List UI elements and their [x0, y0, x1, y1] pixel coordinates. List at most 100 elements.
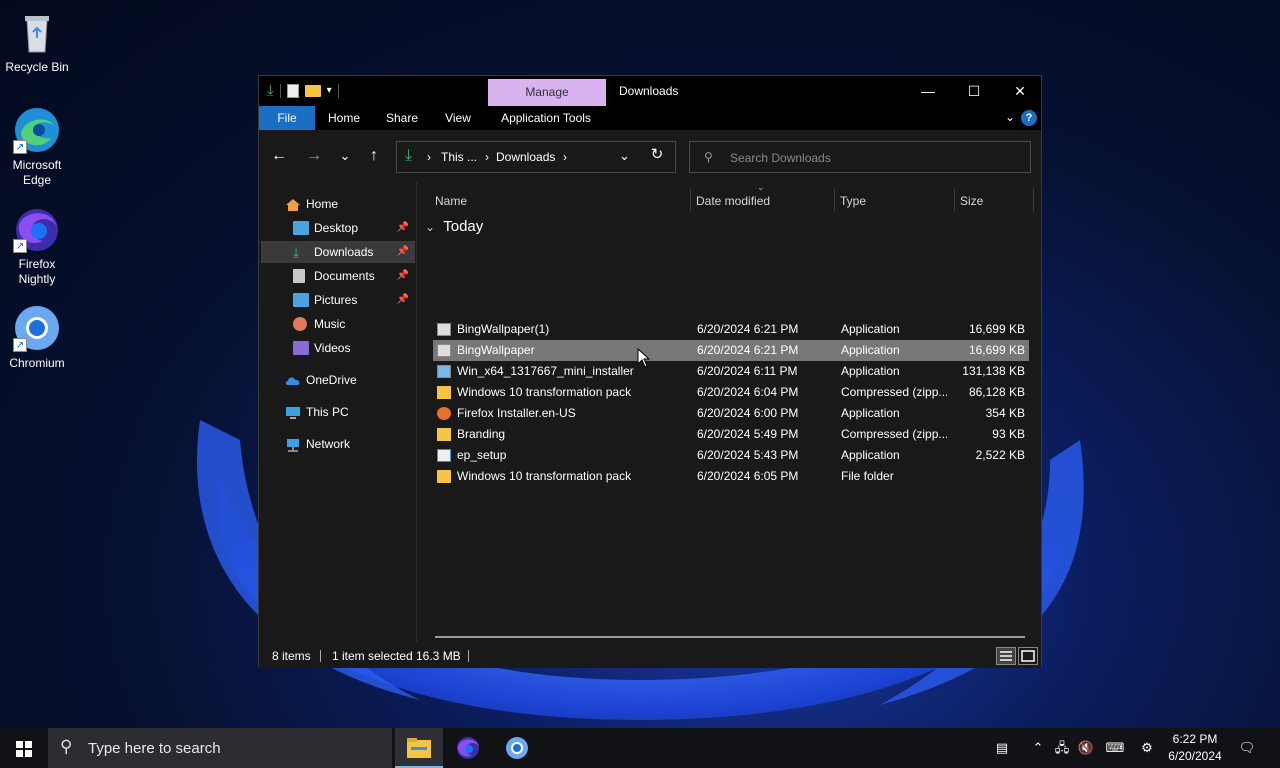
- address-dropdown-icon[interactable]: ⌄: [619, 148, 630, 164]
- sidebar-item-downloads[interactable]: ⤓ Downloads 📌: [261, 241, 415, 263]
- minimize-button[interactable]: —: [905, 76, 951, 106]
- tab-file[interactable]: File: [259, 106, 315, 130]
- tab-manage[interactable]: Manage: [488, 79, 606, 106]
- notifications-icon[interactable]: 🗨: [1236, 728, 1258, 768]
- column-separator[interactable]: [954, 188, 955, 212]
- pin-icon[interactable]: 📌: [397, 217, 409, 239]
- close-button[interactable]: ✕: [997, 76, 1043, 106]
- taskbar-file-explorer[interactable]: [395, 728, 443, 768]
- details-view-button[interactable]: [996, 647, 1016, 665]
- help-icon[interactable]: ?: [1021, 110, 1037, 126]
- desktop-icon-recycle-bin[interactable]: Recycle Bin: [1, 8, 73, 75]
- volume-muted-icon[interactable]: 🔇: [1076, 728, 1096, 768]
- desktop-icon-chromium[interactable]: ↗ Chromium: [1, 304, 73, 371]
- desktop-icon-label: Chromium: [9, 356, 65, 370]
- properties-icon[interactable]: [286, 83, 299, 98]
- sidebar-item-network[interactable]: Network: [261, 433, 415, 455]
- tab-application-tools[interactable]: Application Tools: [491, 106, 601, 130]
- pictures-folder-icon: [293, 293, 309, 307]
- group-header-today[interactable]: ⌄ Today: [425, 218, 483, 235]
- network-status-icon[interactable]: 🖧: [1052, 728, 1072, 768]
- taskbar: ⚲ Type here to search ▤ ⌃ 🖧 🔇 ⌨ ⚙ 6:22 P…: [0, 728, 1280, 768]
- column-separator[interactable]: [1033, 188, 1034, 212]
- file-row[interactable]: Firefox Installer.en-US 6/20/2024 6:00 P…: [433, 403, 1029, 424]
- desktop-icon-label: Recycle Bin: [5, 60, 69, 74]
- new-folder-icon[interactable]: [304, 84, 321, 97]
- file-row[interactable]: Branding 6/20/2024 5:49 PM Compressed (z…: [433, 424, 1029, 445]
- show-hidden-icons-icon[interactable]: ⌃: [1030, 728, 1046, 768]
- application-icon: [437, 344, 451, 357]
- column-header-type[interactable]: Type: [840, 190, 866, 212]
- desktop-folder-icon: [293, 221, 309, 235]
- videos-folder-icon: [293, 341, 309, 355]
- sidebar-item-onedrive[interactable]: OneDrive: [261, 369, 415, 391]
- maximize-button[interactable]: ☐: [951, 76, 997, 106]
- pin-icon[interactable]: 📌: [397, 289, 409, 311]
- pin-icon[interactable]: 📌: [397, 265, 409, 287]
- ribbon-tabs: File Home Share View Application Tools ⌄…: [259, 106, 1041, 130]
- recent-locations-button[interactable]: ⌄: [333, 146, 357, 166]
- status-selection: 1 item selected: [332, 649, 413, 663]
- breadcrumb-downloads[interactable]: Downloads: [496, 150, 555, 164]
- chromium-icon: ↗: [13, 304, 61, 352]
- horizontal-scrollbar[interactable]: [435, 636, 1025, 638]
- forward-button[interactable]: →: [302, 146, 326, 166]
- onedrive-icon: [285, 373, 301, 387]
- breadcrumb-chevron-icon: ›: [427, 150, 431, 164]
- taskbar-chromium[interactable]: [493, 728, 541, 768]
- up-button[interactable]: ↑: [362, 146, 386, 166]
- sidebar-item-this-pc[interactable]: This PC: [261, 401, 415, 423]
- status-selection-size: 16.3 MB: [416, 649, 461, 663]
- column-separator[interactable]: [690, 188, 691, 212]
- sidebar-item-videos[interactable]: Videos: [261, 337, 415, 359]
- search-icon: ⚲: [704, 150, 713, 164]
- expand-ribbon-icon[interactable]: ⌄: [1005, 110, 1015, 124]
- keyboard-icon[interactable]: ⌨: [1102, 728, 1128, 768]
- search-box[interactable]: ⚲ Search Downloads: [689, 141, 1031, 173]
- file-row[interactable]: BingWallpaper 6/20/2024 6:21 PM Applicat…: [433, 340, 1029, 361]
- breadcrumb-this-pc[interactable]: This ...: [441, 150, 477, 164]
- sidebar-item-pictures[interactable]: Pictures 📌: [261, 289, 415, 311]
- taskbar-clock[interactable]: 6:22 PM 6/20/2024: [1162, 731, 1228, 765]
- desktop-icon-firefox-nightly[interactable]: ↗ Firefox Nightly: [1, 205, 73, 287]
- status-bar: 8 items 1 item selected 16.3 MB: [259, 644, 1041, 668]
- customize-toolbar-icon[interactable]: ▾: [327, 85, 332, 96]
- pin-icon[interactable]: 📌: [397, 241, 409, 263]
- refresh-button[interactable]: ↻: [645, 145, 669, 165]
- news-widget-icon[interactable]: ▤: [990, 728, 1014, 768]
- large-icons-view-button[interactable]: [1018, 647, 1038, 665]
- status-separator: [468, 650, 469, 662]
- clock-date: 6/20/2024: [1168, 749, 1222, 763]
- address-bar[interactable]: ⤓ › This ... › Downloads › ⌄: [396, 141, 676, 173]
- sidebar-item-documents[interactable]: Documents 📌: [261, 265, 415, 287]
- file-row[interactable]: BingWallpaper(1) 6/20/2024 6:21 PM Appli…: [433, 319, 1029, 340]
- taskbar-firefox-nightly[interactable]: [444, 728, 492, 768]
- tab-share[interactable]: Share: [377, 106, 427, 130]
- tab-home[interactable]: Home: [319, 106, 369, 130]
- documents-folder-icon: [293, 269, 305, 283]
- back-button[interactable]: ←: [267, 146, 291, 166]
- network-icon: [285, 437, 301, 452]
- file-row[interactable]: ep_setup 6/20/2024 5:43 PM Application 2…: [433, 445, 1029, 466]
- sidebar-item-desktop[interactable]: Desktop 📌: [261, 217, 415, 239]
- home-icon: [285, 197, 301, 211]
- title-bar: ⤓ ▾ Manage Downloads — ☐ ✕: [259, 76, 1041, 106]
- file-row[interactable]: Windows 10 transformation pack 6/20/2024…: [433, 466, 1029, 487]
- tab-view[interactable]: View: [433, 106, 483, 130]
- navigation-bar: ← → ⌄ ↑ ⤓ › This ... › Downloads › ⌄ ↻ ⚲…: [259, 130, 1041, 182]
- column-header-date-modified[interactable]: Date modified: [696, 190, 770, 212]
- column-header-name[interactable]: Name: [435, 190, 467, 212]
- column-header-size[interactable]: Size: [960, 190, 983, 212]
- start-button[interactable]: [0, 728, 48, 768]
- file-row[interactable]: Windows 10 transformation pack 6/20/2024…: [433, 382, 1029, 403]
- settings-gear-icon[interactable]: ⚙: [1136, 728, 1158, 768]
- column-separator[interactable]: [834, 188, 835, 212]
- sidebar-item-home[interactable]: Home: [261, 193, 415, 215]
- sidebar-item-music[interactable]: Music: [261, 313, 415, 335]
- taskbar-search-box[interactable]: ⚲ Type here to search: [48, 728, 392, 768]
- recycle-bin-icon: [13, 8, 61, 56]
- file-row[interactable]: Win_x64_1317667_mini_installer 6/20/2024…: [433, 361, 1029, 382]
- desktop-icon-edge[interactable]: ↗ Microsoft Edge: [1, 106, 73, 188]
- shortcut-arrow-icon: ↗: [13, 338, 27, 352]
- chromium-icon: [506, 737, 528, 759]
